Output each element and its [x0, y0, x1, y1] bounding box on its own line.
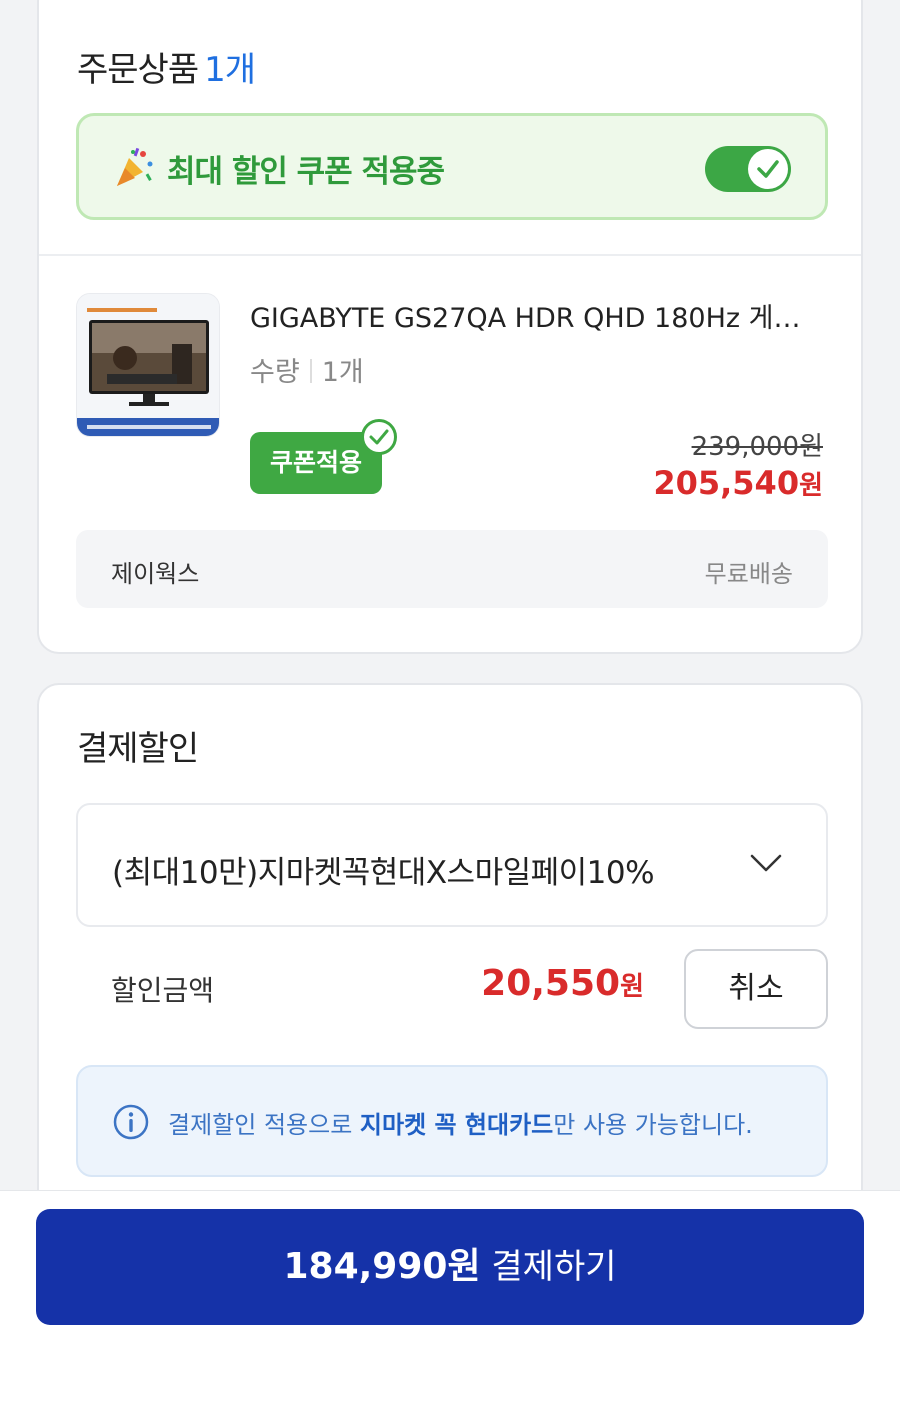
cancel-discount-button[interactable]: 취소 — [684, 949, 828, 1029]
monitor-image-icon — [77, 294, 219, 436]
sale-price-number: 205,540 — [653, 464, 800, 502]
discount-amount-unit: 원 — [620, 972, 644, 1002]
discount-section-title: 결제할인 — [77, 729, 199, 769]
order-card: 주문상품 1개 최대 할인 쿠폰 적용중 GIGABYTE GS27QA HDR… — [37, 0, 863, 654]
discount-info-box: 결제할인 적용으로 지마켓 꼭 현대카드만 사용 가능합니다. — [76, 1065, 828, 1177]
order-section-title: 주문상품 1개 — [77, 42, 256, 91]
check-icon — [757, 160, 779, 178]
info-text-bold: 지마켓 꼭 현대카드 — [359, 1111, 554, 1139]
discount-option-select[interactable]: (최대10만)지마켓꼭현대X스마일페이10% — [76, 803, 828, 927]
max-coupon-banner[interactable]: 최대 할인 쿠폰 적용중 — [76, 113, 828, 220]
info-icon — [113, 1104, 149, 1140]
bottom-pay-bar: 184,990원 결제하기 — [0, 1190, 900, 1419]
original-price: 239,000원 — [691, 432, 823, 462]
quantity-label: 수량 — [250, 357, 300, 388]
shipping-info: 무료배송 — [704, 560, 793, 588]
info-text-suffix: 만 사용 가능합니다. — [553, 1111, 753, 1139]
coupon-banner-text: 최대 할인 쿠폰 적용중 — [167, 154, 445, 190]
order-title-text: 주문상품 — [77, 50, 199, 90]
party-popper-icon — [117, 147, 153, 186]
quantity-separator — [309, 359, 312, 383]
discount-amount: 20,550원 — [481, 963, 644, 1004]
quantity-value: 1개 — [321, 357, 364, 388]
chevron-down-icon — [750, 854, 782, 872]
order-count: 1개 — [204, 50, 256, 90]
payment-discount-card: 결제할인 (최대10만)지마켓꼭현대X스마일페이10% 할인금액 20,550원… — [37, 683, 863, 1243]
product-thumbnail[interactable] — [76, 293, 220, 437]
discount-amount-number: 20,550 — [481, 963, 621, 1004]
badge-check-icon — [361, 419, 397, 455]
sale-price-unit: 원 — [799, 471, 823, 501]
pay-amount: 184,990원 — [283, 1246, 481, 1287]
discount-amount-label: 할인금액 — [111, 974, 215, 1007]
seller-row: 제이웍스 무료배송 — [76, 530, 828, 608]
coupon-toggle[interactable] — [705, 146, 791, 192]
pay-button[interactable]: 184,990원 결제하기 — [36, 1209, 864, 1325]
pay-label: 결제하기 — [491, 1247, 617, 1287]
info-text-prefix: 결제할인 적용으로 — [168, 1111, 360, 1139]
toggle-knob — [748, 149, 788, 189]
quantity-info: 수량 1개 — [250, 350, 364, 389]
selected-discount-option: (최대10만)지마켓꼭현대X스마일페이10% — [112, 855, 655, 891]
discount-info-text: 결제할인 적용으로 지마켓 꼭 현대카드만 사용 가능합니다. — [168, 1105, 753, 1140]
section-divider — [39, 254, 861, 256]
seller-name: 제이웍스 — [111, 560, 200, 588]
product-name[interactable]: GIGABYTE GS27QA HDR QHD 180Hz 게이… — [250, 296, 825, 335]
sale-price: 205,540원 — [653, 464, 823, 502]
